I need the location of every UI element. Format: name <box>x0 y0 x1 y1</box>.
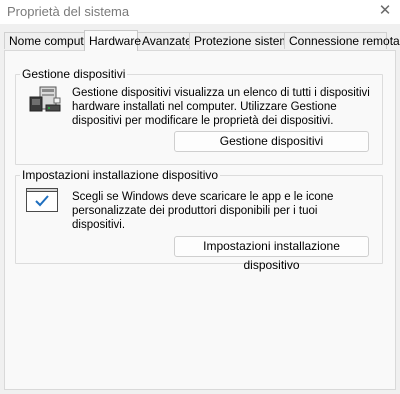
window-title: Proprietà del sistema <box>7 4 130 19</box>
device-manager-group: Gestione dispositivi Gestione dispositiv… <box>15 67 383 165</box>
tab-strip: Nome computer Hardware Avanzate Protezio… <box>4 30 400 51</box>
tab-avanzate[interactable]: Avanzate <box>137 32 192 49</box>
device-install-description: Scegli se Windows deve scaricare le app … <box>72 191 334 231</box>
device-install-group: Impostazioni installazione dispositivo S… <box>15 168 383 272</box>
close-icon: ✕ <box>378 2 392 19</box>
system-properties-window: Proprietà del sistema ✕ Nome computer Ha… <box>0 0 400 394</box>
title-bar: Proprietà del sistema ✕ <box>0 0 400 24</box>
device-manager-icon <box>28 85 64 115</box>
tab-hardware[interactable]: Hardware <box>84 30 141 51</box>
device-install-group-label: Impostazioni installazione dispositivo <box>20 168 221 182</box>
close-button[interactable]: ✕ <box>370 0 400 24</box>
hardware-tab-panel: Gestione dispositivi Gestione dispositiv… <box>4 50 396 390</box>
checkbox-window-icon <box>26 188 58 212</box>
tab-connessione-remota[interactable]: Connessione remota <box>284 32 400 49</box>
device-manager-group-label: Gestione dispositivi <box>20 67 128 81</box>
tab-protezione-sistema[interactable]: Protezione sistema <box>189 32 296 49</box>
device-install-settings-button[interactable]: Impostazioni installazione dispositivo <box>174 236 369 272</box>
device-manager-button[interactable]: Gestione dispositivi <box>174 131 369 152</box>
device-manager-description: Gestione dispositivi visualizza un elenc… <box>72 87 370 127</box>
tab-nome-computer[interactable]: Nome computer <box>4 32 94 49</box>
